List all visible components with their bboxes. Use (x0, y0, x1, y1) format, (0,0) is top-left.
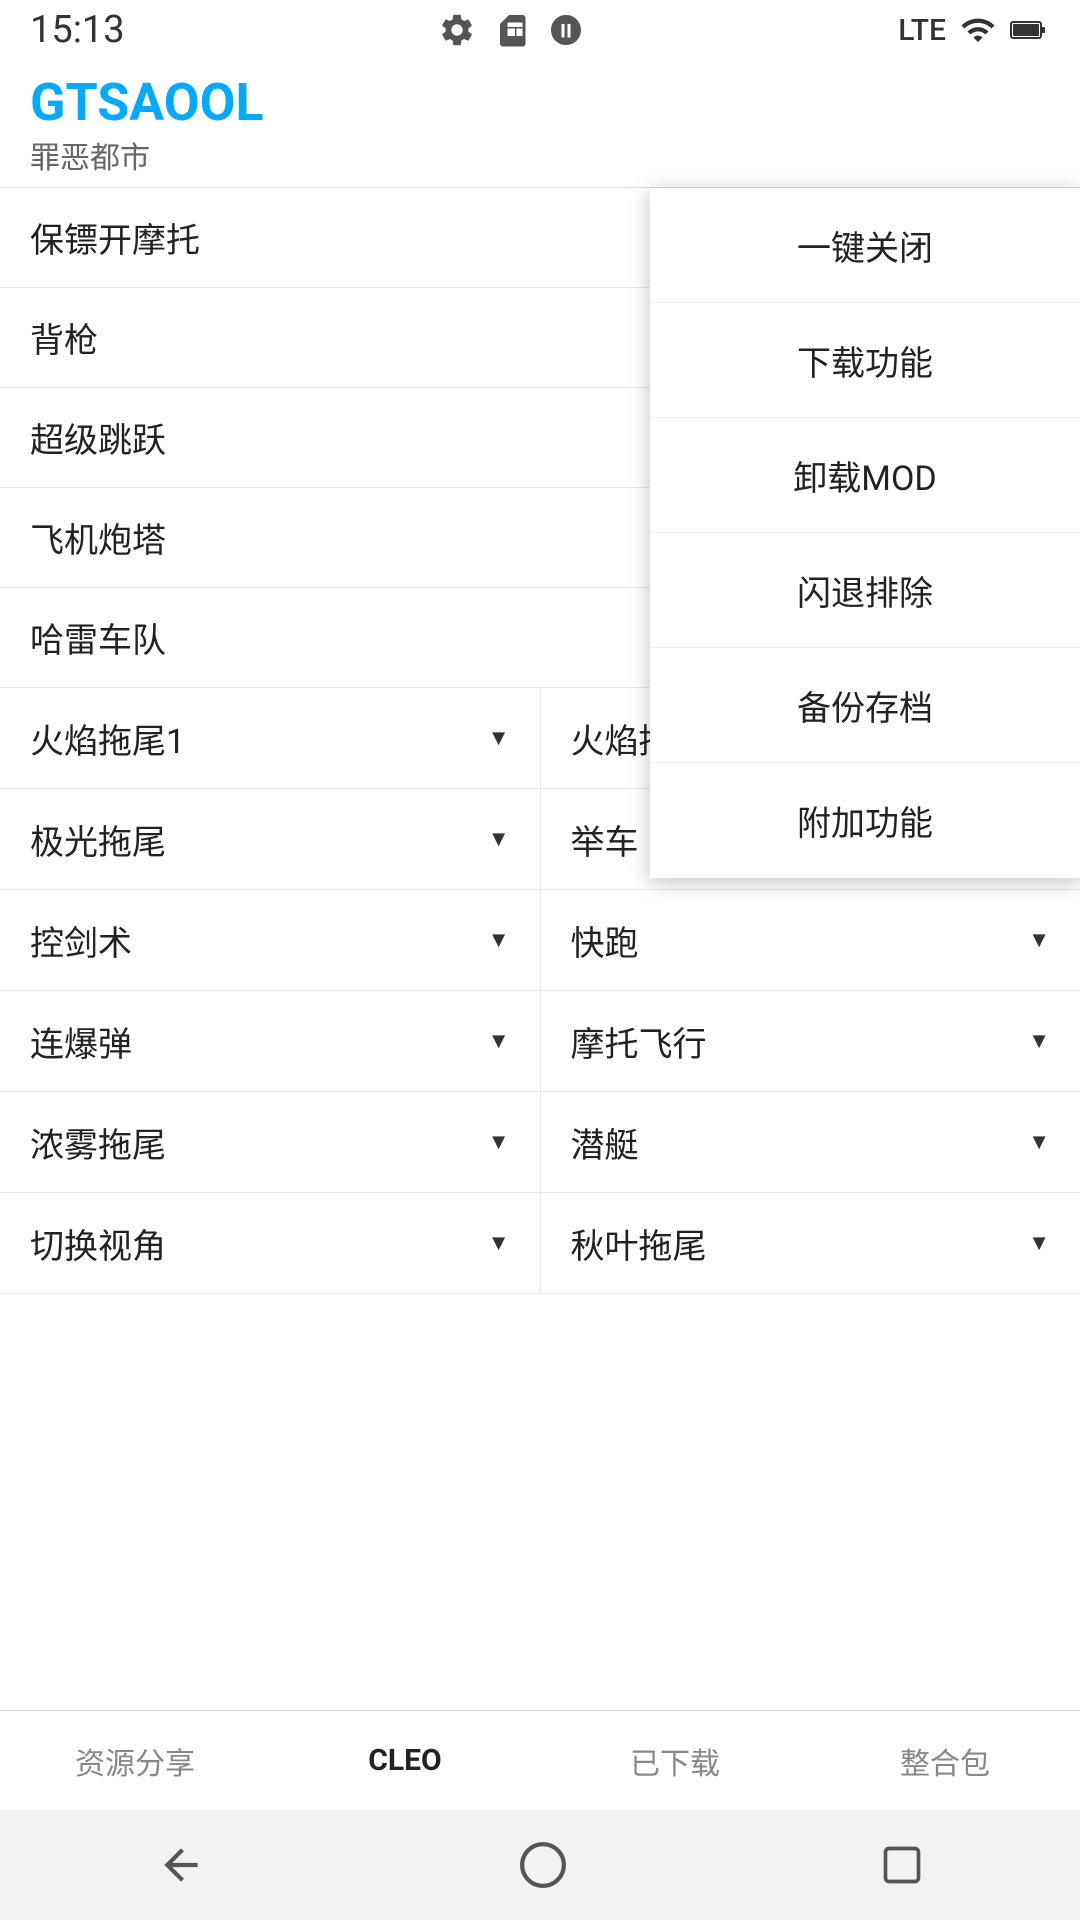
system-nav-bar (0, 1810, 1080, 1920)
feature-item-sword-control[interactable]: 控剑术 ▼ (0, 890, 541, 990)
sim-icon (494, 12, 530, 48)
feature-row-bomb: 连爆弹 ▼ 摩托飞行 ▼ (0, 991, 1080, 1092)
tab-pack[interactable]: 整合包 (810, 1711, 1080, 1810)
signal-icon (960, 12, 996, 48)
feature-item-autumn-trail[interactable]: 秋叶拖尾 ▼ (541, 1193, 1080, 1293)
dropdown-arrow: ▼ (488, 725, 510, 751)
lte-label: LTE (898, 13, 946, 48)
feature-row-fog: 浓雾拖尾 ▼ 潜艇 ▼ (0, 1092, 1080, 1193)
status-icons-left (438, 11, 584, 49)
app-title: GTSAOOL (30, 74, 1050, 131)
feature-label: 连爆弹 (30, 1017, 132, 1066)
tab-downloaded[interactable]: 已下载 (540, 1711, 810, 1810)
feature-item-chain-bomb[interactable]: 连爆弹 ▼ (0, 991, 541, 1091)
feature-label: 背枪 (30, 313, 98, 362)
menu-item-download-feature[interactable]: 下载功能 (650, 303, 1080, 418)
status-bar: 15:13 LTE (0, 0, 1080, 60)
feature-row-view: 切换视角 ▼ 秋叶拖尾 ▼ (0, 1193, 1080, 1294)
feature-label: 秋叶拖尾 (571, 1219, 707, 1268)
home-button[interactable] (518, 1840, 568, 1890)
feature-item-sprint[interactable]: 快跑 ▼ (541, 890, 1080, 990)
dropdown-arrow: ▼ (1028, 1230, 1050, 1256)
feature-item-submarine[interactable]: 潜艇 ▼ (541, 1092, 1080, 1192)
feature-label: 飞机炮塔 (30, 513, 166, 562)
status-right: LTE (898, 12, 1050, 48)
feature-item-flame-trail-1[interactable]: 火焰拖尾1 ▼ (0, 688, 541, 788)
menu-item-uninstall-mod[interactable]: 卸载MOD (650, 418, 1080, 533)
app-header: GTSAOOL 罪恶都市 (0, 60, 1080, 188)
dropdown-arrow: ▼ (1028, 1129, 1050, 1155)
dropdown-arrow: ▼ (1028, 927, 1050, 953)
dropdown-arrow: ▼ (488, 1129, 510, 1155)
dropdown-arrow: ▼ (488, 826, 510, 852)
back-button[interactable] (156, 1840, 206, 1890)
feature-label: 浓雾拖尾 (30, 1118, 166, 1167)
menu-item-backup-save[interactable]: 备份存档 (650, 648, 1080, 763)
menu-item-one-click-close[interactable]: 一键关闭 (650, 188, 1080, 303)
feature-label: 切换视角 (30, 1219, 166, 1268)
tab-resource-share[interactable]: 资源分享 (0, 1711, 270, 1810)
status-time: 15:13 (30, 8, 125, 52)
tab-cleo[interactable]: CLEO (270, 1711, 540, 1810)
dropdown-arrow: ▼ (1028, 1028, 1050, 1054)
bottom-nav: 资源分享 CLEO 已下载 整合包 (0, 1710, 1080, 1810)
blocked-icon (548, 12, 584, 48)
feature-label: 控剑术 (30, 916, 132, 965)
recents-button[interactable] (880, 1843, 924, 1887)
dropdown-menu: 一键关闭 下载功能 卸载MOD 闪退排除 备份存档 附加功能 (650, 188, 1080, 878)
feature-label: 举车 (571, 815, 639, 864)
feature-label: 快跑 (571, 916, 639, 965)
main-content: 保镖开摩托 ▼ 背枪 ▼ 超级跳跃 ▼ 飞机炮塔 ▼ 哈雷车队 ▼ 火焰拖尾1 … (0, 188, 1080, 1294)
menu-item-extra-features[interactable]: 附加功能 (650, 763, 1080, 878)
feature-item-aurora-trail[interactable]: 极光拖尾 ▼ (0, 789, 541, 889)
feature-label: 潜艇 (571, 1118, 639, 1167)
dropdown-arrow: ▼ (488, 927, 510, 953)
menu-item-crash-fix[interactable]: 闪退排除 (650, 533, 1080, 648)
feature-item-moto-fly[interactable]: 摩托飞行 ▼ (541, 991, 1080, 1091)
feature-label: 哈雷车队 (30, 613, 166, 662)
feature-label: 极光拖尾 (30, 815, 166, 864)
gear-icon (438, 11, 476, 49)
battery-icon (1010, 12, 1050, 48)
app-subtitle: 罪恶都市 (30, 133, 1050, 177)
dropdown-arrow: ▼ (488, 1028, 510, 1054)
feature-label: 火焰拖尾1 (30, 714, 185, 763)
feature-row-sword: 控剑术 ▼ 快跑 ▼ (0, 890, 1080, 991)
feature-item-fog-trail[interactable]: 浓雾拖尾 ▼ (0, 1092, 541, 1192)
feature-item-switch-view[interactable]: 切换视角 ▼ (0, 1193, 541, 1293)
feature-label: 超级跳跃 (30, 413, 166, 462)
dropdown-arrow: ▼ (488, 1230, 510, 1256)
feature-label: 摩托飞行 (571, 1017, 707, 1066)
feature-label: 保镖开摩托 (30, 213, 200, 262)
